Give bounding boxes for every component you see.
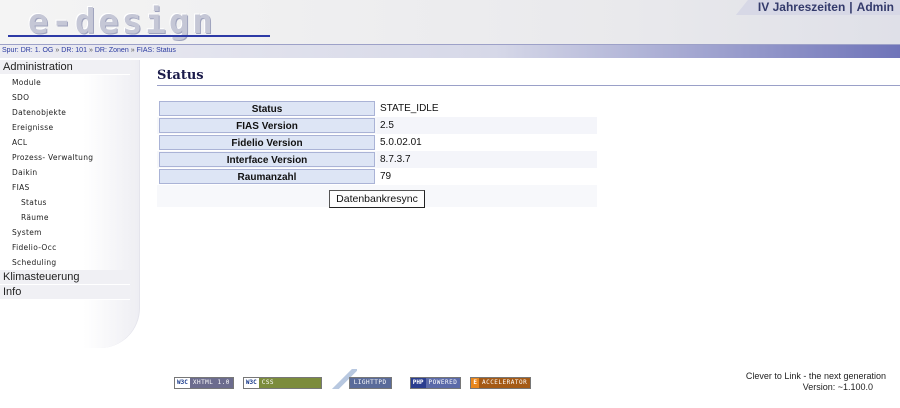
- sidebar-section-info[interactable]: Info: [0, 285, 130, 300]
- breadcrumb-arrow: »: [55, 47, 60, 54]
- table-row: FIAS Version 2.5: [157, 117, 597, 134]
- w3c-logo-icon: W3C: [175, 378, 190, 388]
- eaccelerator-badge[interactable]: E ACCELERATOR: [470, 377, 532, 389]
- breadcrumb-label: Spur:: [2, 47, 19, 54]
- datenbankresync-button[interactable]: Datenbankresync: [329, 190, 425, 208]
- eaccelerator-logo-icon: E: [471, 378, 479, 388]
- badge-text: ACCELERATOR: [478, 378, 531, 388]
- breadcrumb-bar: Spur: DR: 1. OG» DR: 101» DR: Zonen» FIAS: …: [0, 44, 900, 58]
- xhtml-badge[interactable]: W3C XHTML 1.0: [174, 377, 234, 389]
- sidebar-item-system[interactable]: System: [0, 225, 130, 240]
- breadcrumb-arrow: »: [130, 47, 135, 54]
- w3c-logo-icon: W3C: [243, 378, 259, 388]
- button-row: Datenbankresync: [157, 185, 597, 208]
- sidebar-item-module[interactable]: Module: [0, 75, 130, 90]
- badge-text: XHTML 1.0: [189, 378, 233, 388]
- breadcrumb: Spur: DR: 1. OG» DR: 101» DR: Zonen» FIAS: …: [2, 47, 176, 54]
- header-separator: |: [849, 0, 853, 14]
- footer-tagline: Clever to Link - the next generation: [745, 371, 886, 381]
- version-text: Version: ~1.100.0: [802, 382, 873, 392]
- page-title: Status: [157, 68, 204, 83]
- sidebar-item-daikin[interactable]: Daikin: [0, 165, 130, 180]
- title-divider: [157, 85, 900, 86]
- breadcrumb-item[interactable]: DR: 101: [61, 47, 87, 54]
- badge-text: CSS: [258, 378, 321, 388]
- footer-info: Clever to Link - the next generation Ver…: [686, 371, 886, 393]
- sidebar-item-fidelio-occ[interactable]: Fidelio-Occ: [0, 240, 130, 255]
- table-row: Status STATE_IDLE: [157, 100, 597, 117]
- sidebar: Administration Module SDO Datenobjekte E…: [0, 60, 140, 348]
- main-content: Status: [157, 68, 900, 86]
- logo-underline: [8, 35, 270, 37]
- table-row: Raumanzahl 79: [157, 168, 597, 185]
- breadcrumb-item[interactable]: DR: 1. OG: [21, 47, 54, 54]
- row-value: 2.5: [377, 117, 597, 134]
- row-label: Raumanzahl: [159, 169, 375, 184]
- row-label: Status: [159, 101, 375, 116]
- table-row: Fidelio Version 5.0.02.01: [157, 134, 597, 151]
- row-label: Fidelio Version: [159, 135, 375, 150]
- row-label: FIAS Version: [159, 118, 375, 133]
- footer-badges: W3C XHTML 1.0 W3C CSS LIGHTTPD PHP POWER…: [174, 369, 532, 389]
- user-link[interactable]: Admin: [857, 0, 894, 14]
- table-row: Interface Version 8.7.3.7: [157, 151, 597, 168]
- row-value: 8.7.3.7: [377, 151, 597, 168]
- sidebar-subitem-status[interactable]: Status: [0, 195, 130, 210]
- sidebar-subitem-raeume[interactable]: Räume: [0, 210, 130, 225]
- location-link[interactable]: IV Jahreszeiten: [758, 0, 845, 14]
- header-user-info: IV Jahreszeiten | Admin: [735, 0, 900, 15]
- header: e-design IV Jahreszeiten | Admin: [0, 0, 900, 44]
- breadcrumb-item-current[interactable]: FIAS: Status: [137, 47, 176, 54]
- sidebar-item-sdo[interactable]: SDO: [0, 90, 130, 105]
- row-value: STATE_IDLE: [380, 103, 439, 114]
- php-badge[interactable]: PHP POWERED: [409, 377, 462, 389]
- sidebar-section-klimasteuerung[interactable]: Klimasteuerung: [0, 270, 130, 285]
- sidebar-item-datenobjekte[interactable]: Datenobjekte: [0, 105, 130, 120]
- sidebar-section-administration[interactable]: Administration: [0, 60, 130, 75]
- badge-text: LIGHTTPD: [348, 377, 392, 389]
- lighttpd-badge[interactable]: LIGHTTPD: [330, 369, 401, 389]
- row-value: 79: [380, 171, 392, 182]
- sidebar-item-fias[interactable]: FIAS: [0, 180, 130, 195]
- badge-text: POWERED: [425, 378, 461, 388]
- row-label: Interface Version: [159, 152, 375, 167]
- breadcrumb-arrow: »: [88, 47, 93, 54]
- sidebar-item-prozess-verwaltung[interactable]: Prozess- Verwaltung: [0, 150, 130, 165]
- sidebar-item-acl[interactable]: ACL: [0, 135, 130, 150]
- breadcrumb-item[interactable]: DR: Zonen: [95, 47, 129, 54]
- sidebar-item-ereignisse[interactable]: Ereignisse: [0, 120, 130, 135]
- css-badge[interactable]: W3C CSS: [242, 377, 322, 389]
- sidebar-item-scheduling[interactable]: Scheduling: [0, 255, 130, 270]
- row-value: 5.0.02.01: [380, 137, 422, 148]
- status-table: Status STATE_IDLE FIAS Version 2.5 Fidel…: [157, 100, 597, 208]
- php-logo-icon: PHP: [410, 378, 426, 388]
